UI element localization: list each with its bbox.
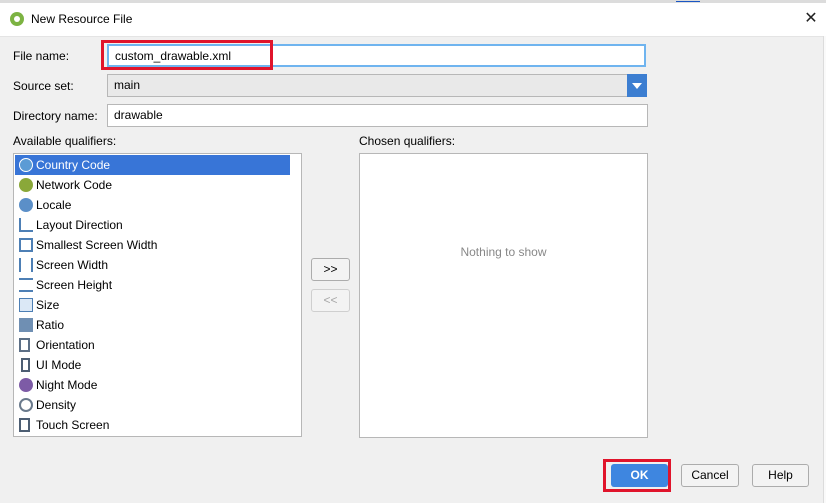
- list-item[interactable]: Touch Screen: [15, 415, 290, 435]
- list-item[interactable]: Layout Direction: [15, 215, 290, 235]
- empty-list-message: Nothing to show: [460, 245, 547, 259]
- window-title: New Resource File: [31, 12, 133, 26]
- list-item[interactable]: Country Code: [15, 155, 290, 175]
- background-link: [676, 0, 700, 2]
- highlight-box-ok: [603, 459, 671, 492]
- source-set-select[interactable]: main: [107, 74, 628, 97]
- list-item[interactable]: Night Mode: [15, 375, 290, 395]
- directory-name-input[interactable]: drawable: [107, 104, 648, 127]
- layout-direction-icon: [19, 218, 33, 232]
- list-item[interactable]: Locale: [15, 195, 290, 215]
- source-set-value: main: [114, 78, 141, 92]
- chosen-qualifiers-label: Chosen qualifiers:: [359, 134, 456, 148]
- list-item[interactable]: Size: [15, 295, 290, 315]
- list-item[interactable]: Density: [15, 395, 290, 415]
- source-set-label: Source set:: [13, 79, 74, 93]
- available-qualifiers-label: Available qualifiers:: [13, 134, 117, 148]
- title-bar: New Resource File ✕: [0, 3, 826, 37]
- size-icon: [19, 298, 33, 312]
- orientation-icon: [19, 338, 30, 352]
- file-name-label: File name:: [13, 49, 70, 63]
- chosen-qualifiers-list[interactable]: Nothing to show: [359, 153, 648, 438]
- globe-icon: [19, 158, 33, 172]
- globe-icon: [19, 198, 33, 212]
- android-studio-icon: [10, 12, 24, 26]
- list-item[interactable]: Screen Width: [15, 255, 290, 275]
- directory-name-value: drawable: [114, 108, 163, 122]
- ui-mode-icon: [21, 358, 30, 372]
- screen-width-icon: [19, 258, 33, 272]
- night-mode-icon: [19, 378, 33, 392]
- list-item[interactable]: Ratio: [15, 315, 290, 335]
- chevron-down-icon[interactable]: [627, 74, 647, 97]
- ratio-icon: [19, 318, 33, 332]
- list-item[interactable]: Screen Height: [15, 275, 290, 295]
- help-button[interactable]: Help: [752, 464, 809, 487]
- highlight-box-file-name: [101, 40, 273, 70]
- add-qualifier-button[interactable]: >>: [311, 258, 350, 281]
- directory-name-label: Directory name:: [13, 109, 98, 123]
- close-icon[interactable]: ✕: [802, 8, 820, 30]
- list-item[interactable]: Orientation: [15, 335, 290, 355]
- cancel-button[interactable]: Cancel: [681, 464, 739, 487]
- touch-screen-icon: [19, 418, 30, 432]
- list-item[interactable]: Network Code: [15, 175, 290, 195]
- density-icon: [19, 398, 33, 412]
- screen-width-icon: [19, 238, 33, 252]
- network-icon: [19, 178, 33, 192]
- list-item[interactable]: UI Mode: [15, 355, 290, 375]
- remove-qualifier-button[interactable]: <<: [311, 289, 350, 312]
- list-item[interactable]: Smallest Screen Width: [15, 235, 290, 255]
- available-qualifiers-list[interactable]: Country Code Network Code Locale Layout …: [13, 153, 302, 437]
- screen-height-icon: [19, 278, 33, 292]
